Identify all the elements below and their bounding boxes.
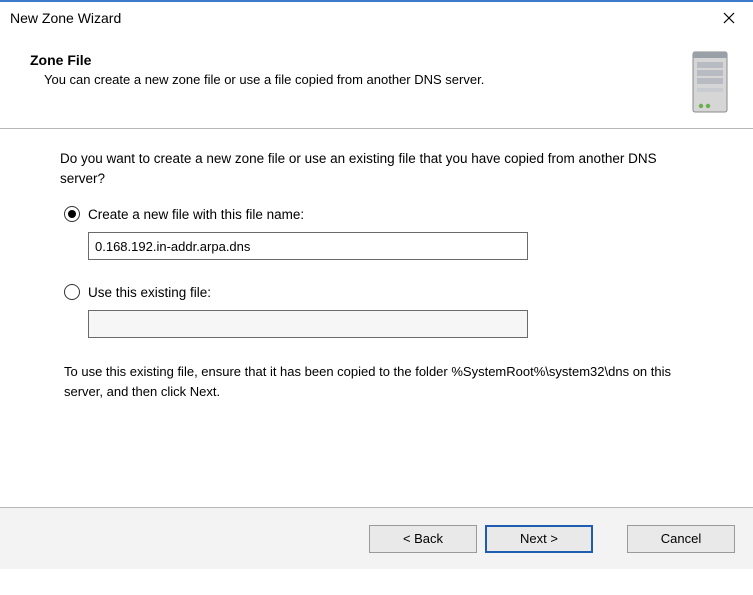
- radio-use-existing[interactable]: [64, 284, 80, 300]
- header-description: You can create a new zone file or use a …: [30, 72, 687, 87]
- option-create-new-file[interactable]: Create a new file with this file name:: [64, 206, 693, 222]
- existing-file-hint: To use this existing file, ensure that i…: [64, 362, 693, 401]
- prompt-text: Do you want to create a new zone file or…: [60, 149, 693, 188]
- wizard-header: Zone File You can create a new zone file…: [0, 34, 753, 129]
- radio-create-new[interactable]: [64, 206, 80, 222]
- existing-file-name-input: [88, 310, 528, 338]
- close-button[interactable]: [707, 3, 751, 33]
- wizard-body: Do you want to create a new zone file or…: [0, 129, 753, 507]
- wizard-footer: < Back Next > Cancel: [0, 507, 753, 569]
- window-title: New Zone Wizard: [10, 10, 121, 26]
- header-title: Zone File: [30, 52, 687, 68]
- option-use-existing-file[interactable]: Use this existing file:: [64, 284, 693, 300]
- back-button[interactable]: < Back: [369, 525, 477, 553]
- radio-use-existing-label: Use this existing file:: [88, 285, 211, 300]
- next-button[interactable]: Next >: [485, 525, 593, 553]
- create-file-name-input[interactable]: [88, 232, 528, 260]
- dns-server-icon: [687, 46, 737, 118]
- close-icon: [723, 12, 735, 24]
- title-bar: New Zone Wizard: [0, 0, 753, 34]
- cancel-button[interactable]: Cancel: [627, 525, 735, 553]
- radio-create-new-label: Create a new file with this file name:: [88, 207, 304, 222]
